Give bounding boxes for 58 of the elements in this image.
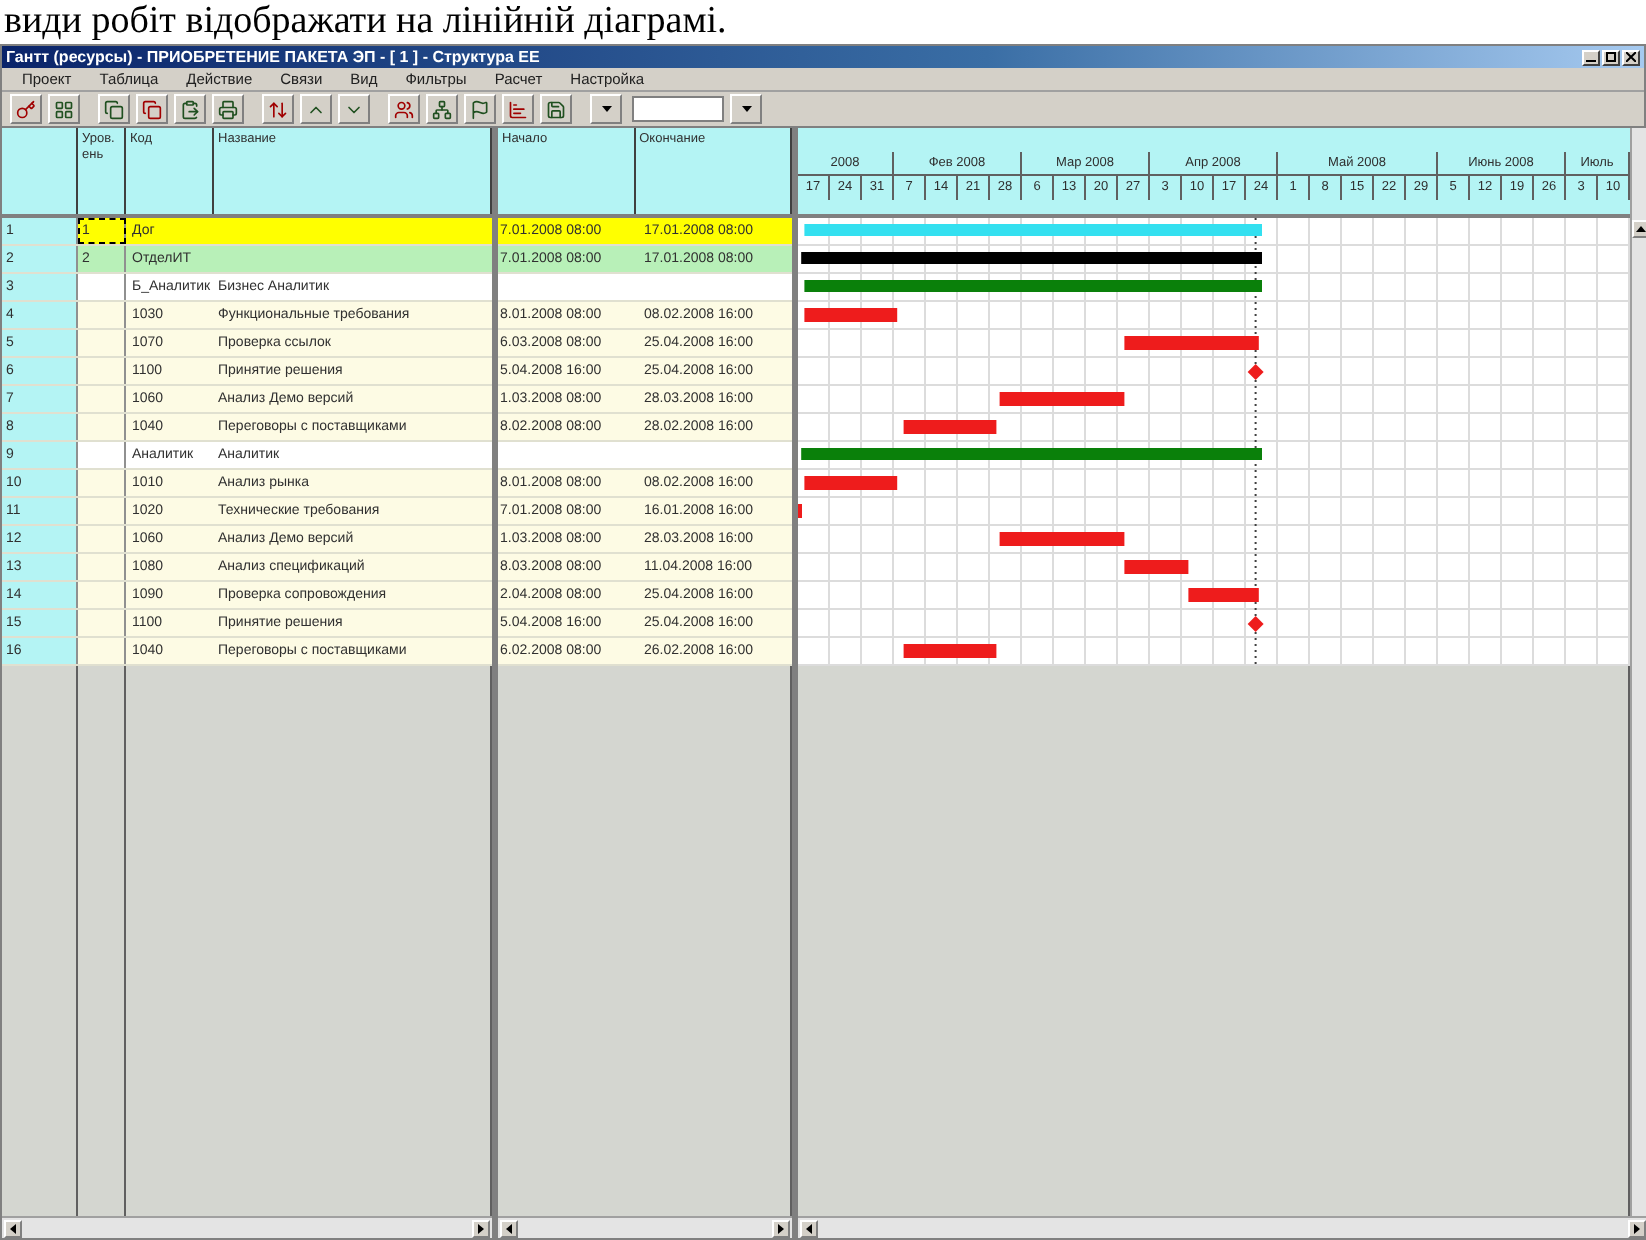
bar-chart-icon bbox=[508, 99, 528, 119]
arrow-down-icon bbox=[601, 104, 611, 114]
horizontal-scrollbar[interactable] bbox=[2, 1216, 492, 1238]
document-text: види робіт відображати на лінійній діаграмі. bbox=[4, 0, 729, 44]
toolbar-button[interactable] bbox=[464, 94, 496, 124]
vertical-scrollbar[interactable] bbox=[1630, 128, 1646, 1216]
toolbar-button[interactable] bbox=[426, 94, 458, 124]
minimize-button[interactable] bbox=[1582, 49, 1600, 65]
toolbar-button[interactable] bbox=[136, 94, 168, 124]
arrow-left-icon bbox=[504, 1223, 514, 1233]
milestone-marker[interactable] bbox=[1247, 364, 1264, 380]
window-title: Гантт (ресурсы) - ПРИОБРЕТЕНИЕ ПАКЕТА ЭП - [ 1 ] - Структура ЕЕ bbox=[6, 48, 540, 66]
toolbar-button[interactable] bbox=[174, 94, 206, 124]
toolbar-button[interactable] bbox=[388, 94, 420, 124]
toolbar-button[interactable] bbox=[590, 94, 622, 124]
flag-icon bbox=[470, 99, 490, 119]
copy-icon bbox=[104, 99, 124, 119]
scroll-left-button[interactable] bbox=[4, 1219, 22, 1237]
toolbar-button[interactable] bbox=[98, 94, 130, 124]
grid-icon bbox=[54, 99, 74, 119]
arrow-right-icon bbox=[476, 1223, 486, 1233]
milestone-marker[interactable] bbox=[1247, 616, 1264, 632]
toolbar-button[interactable] bbox=[338, 94, 370, 124]
toolbar-button[interactable] bbox=[262, 94, 294, 124]
paste-icon bbox=[180, 99, 200, 119]
arrow-down-icon bbox=[741, 104, 751, 114]
arrow-left-icon bbox=[8, 1223, 18, 1233]
network-icon bbox=[432, 99, 452, 119]
sort-icon bbox=[268, 99, 288, 119]
dropdown-field[interactable] bbox=[632, 96, 724, 122]
scroll-right-button[interactable] bbox=[1628, 1219, 1646, 1237]
toolbar-button[interactable] bbox=[212, 94, 244, 124]
toolbar-button[interactable] bbox=[502, 94, 534, 124]
scroll-left-button[interactable] bbox=[500, 1219, 518, 1237]
horizontal-scrollbar[interactable] bbox=[798, 1216, 1646, 1238]
arrow-left-icon bbox=[804, 1223, 814, 1233]
scroll-left-button[interactable] bbox=[800, 1219, 818, 1237]
copy-icon bbox=[142, 99, 162, 119]
save-icon bbox=[546, 99, 566, 119]
people-icon bbox=[394, 99, 414, 119]
toolbar-button[interactable] bbox=[10, 94, 42, 124]
maximize-icon bbox=[1606, 52, 1616, 62]
scroll-right-button[interactable] bbox=[772, 1219, 790, 1237]
close-button[interactable] bbox=[1622, 49, 1640, 65]
toolbar-button[interactable] bbox=[48, 94, 80, 124]
scroll-up-button[interactable] bbox=[1632, 220, 1646, 238]
scroll-right-button[interactable] bbox=[472, 1219, 490, 1237]
maximize-button[interactable] bbox=[1602, 49, 1620, 65]
dropdown-button[interactable] bbox=[730, 94, 762, 124]
key-icon bbox=[16, 99, 36, 119]
arrow-right-icon bbox=[1632, 1223, 1642, 1233]
toolbar-button[interactable] bbox=[300, 94, 332, 124]
printer-icon bbox=[218, 99, 238, 119]
horizontal-scrollbar[interactable] bbox=[498, 1216, 792, 1238]
arrow-right-icon bbox=[776, 1223, 786, 1233]
toolbar-button[interactable] bbox=[540, 94, 572, 124]
arrow-up-icon bbox=[1636, 224, 1646, 234]
close-icon bbox=[1626, 52, 1636, 62]
